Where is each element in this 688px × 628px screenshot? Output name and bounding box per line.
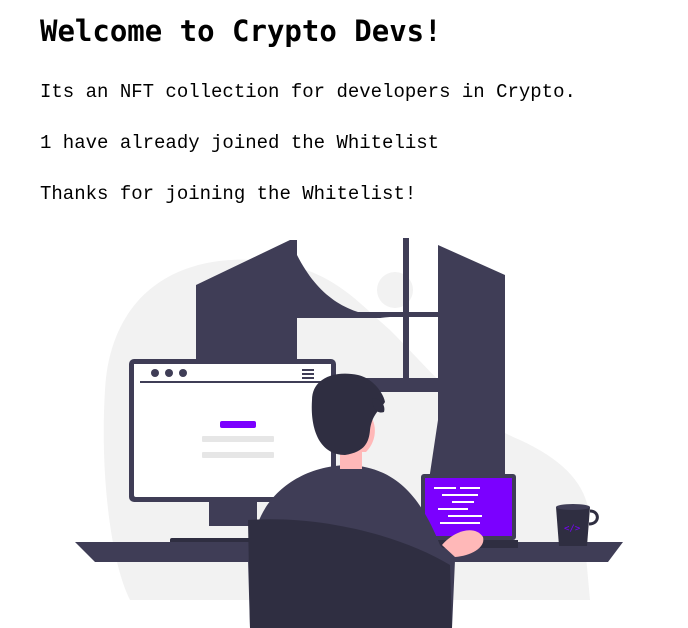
svg-text:</>: </> [564, 524, 581, 534]
developer-illustration: </> [75, 238, 623, 628]
coffee-mug: </> [556, 504, 599, 546]
